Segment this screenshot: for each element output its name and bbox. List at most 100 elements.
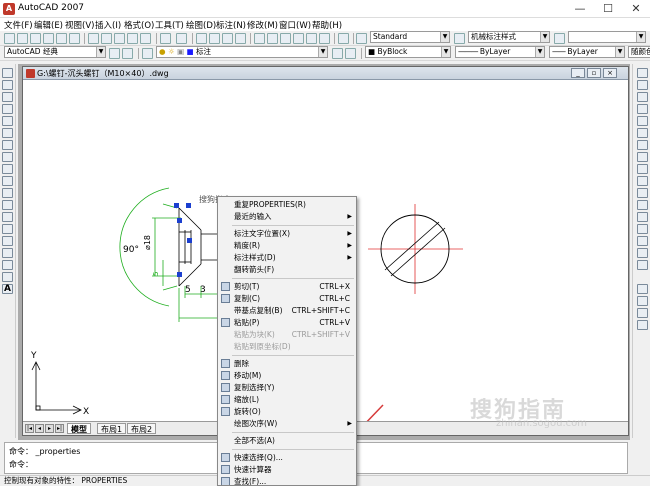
preview-icon[interactable] bbox=[56, 33, 67, 44]
offset-icon[interactable] bbox=[637, 104, 648, 114]
trim-icon[interactable] bbox=[637, 176, 648, 186]
context-menu-item[interactable]: 删除 bbox=[218, 358, 356, 369]
tab-layout2[interactable]: 布局2 bbox=[127, 423, 157, 434]
context-menu-item[interactable]: 全部不选(A) bbox=[218, 435, 356, 446]
dim-style-select[interactable]: 机械标注样式 ▼ bbox=[468, 31, 550, 43]
menu-tools[interactable]: 工具(T) bbox=[155, 19, 184, 31]
join-icon[interactable] bbox=[637, 224, 648, 234]
context-menu-item[interactable]: 翻转箭头(F) bbox=[218, 264, 356, 275]
menu-edit[interactable]: 编辑(E) bbox=[34, 19, 63, 31]
design-center-icon[interactable] bbox=[267, 33, 278, 44]
context-menu-item[interactable]: 剪切(T) CTRL+X bbox=[218, 281, 356, 292]
menu-help[interactable]: 帮助(H) bbox=[312, 19, 342, 31]
ellipse-icon[interactable] bbox=[2, 176, 13, 186]
calculator-icon[interactable] bbox=[319, 33, 330, 44]
zoom-window-icon[interactable] bbox=[222, 33, 233, 44]
context-menu-item[interactable]: 粘贴为块(K) CTRL+SHIFT+V bbox=[218, 329, 356, 340]
rectangle-icon[interactable] bbox=[2, 116, 13, 126]
context-menu-item[interactable]: 快速选择(Q)... bbox=[218, 452, 356, 463]
context-menu-item[interactable]: 查找(F)... bbox=[218, 476, 356, 485]
layer-manager-icon[interactable] bbox=[142, 48, 153, 59]
zoom-realtime-icon[interactable] bbox=[209, 33, 220, 44]
pan-icon[interactable] bbox=[196, 33, 207, 44]
context-menu-item[interactable]: 缩放(L) bbox=[218, 394, 356, 405]
context-menu-item[interactable]: 旋转(O) bbox=[218, 406, 356, 417]
arc-icon[interactable] bbox=[2, 128, 13, 138]
menu-insert[interactable]: 插入(I) bbox=[95, 19, 121, 31]
text-style-icon[interactable] bbox=[356, 33, 367, 44]
last-tab-button[interactable]: ▸| bbox=[55, 424, 64, 433]
region-icon[interactable] bbox=[2, 260, 13, 270]
context-menu-item[interactable]: 快速计算器 bbox=[218, 464, 356, 475]
context-menu-item[interactable]: 标注文字位置(X) ▶ bbox=[218, 228, 356, 239]
menu-draw[interactable]: 绘图(D) bbox=[186, 19, 216, 31]
make-current-layer-icon[interactable] bbox=[332, 48, 343, 59]
color-select[interactable]: ■ ByBlock ▼ bbox=[365, 46, 451, 58]
workspace-save-icon[interactable] bbox=[122, 48, 133, 59]
draw-order-front-icon[interactable] bbox=[637, 296, 648, 306]
properties-icon[interactable] bbox=[254, 33, 265, 44]
construction-line-icon[interactable] bbox=[2, 80, 13, 90]
menu-window[interactable]: 窗口(W) bbox=[279, 19, 311, 31]
menu-dimension[interactable]: 标注(N) bbox=[216, 19, 246, 31]
text-style-select[interactable]: Standard ▼ bbox=[370, 31, 450, 43]
spline-icon[interactable] bbox=[2, 164, 13, 174]
markup-icon[interactable] bbox=[306, 33, 317, 44]
lineweight-select[interactable]: —— ByLayer ▼ bbox=[549, 46, 625, 58]
zoom-previous-icon[interactable] bbox=[235, 33, 246, 44]
polygon-icon[interactable] bbox=[2, 104, 13, 114]
plot-icon[interactable] bbox=[43, 33, 54, 44]
break-icon[interactable] bbox=[637, 212, 648, 222]
maximize-button[interactable]: ☐ bbox=[594, 0, 622, 18]
insert-block-icon[interactable] bbox=[2, 200, 13, 210]
rotate-object-icon[interactable] bbox=[637, 140, 648, 150]
sheet-set-icon[interactable] bbox=[293, 33, 304, 44]
table-icon[interactable] bbox=[2, 272, 13, 282]
open-icon[interactable] bbox=[17, 33, 28, 44]
next-tab-button[interactable]: ▸ bbox=[45, 424, 54, 433]
context-menu-item[interactable]: 精度(R) ▶ bbox=[218, 240, 356, 251]
array-icon[interactable] bbox=[637, 116, 648, 126]
multiline-text-icon[interactable]: A bbox=[2, 284, 13, 294]
doc-close-button[interactable]: × bbox=[603, 68, 617, 78]
make-block-icon[interactable] bbox=[2, 212, 13, 222]
layer-select[interactable]: ● ☼ ▣ ■ 标注 ▼ bbox=[156, 46, 328, 58]
linetype-select[interactable]: ——— ByLayer ▼ bbox=[455, 46, 545, 58]
table-style-icon[interactable] bbox=[554, 33, 565, 44]
undo-icon[interactable] bbox=[160, 33, 171, 44]
brush-icon[interactable] bbox=[140, 33, 151, 44]
save-icon[interactable] bbox=[30, 33, 41, 44]
paste-icon[interactable] bbox=[114, 33, 125, 44]
revcloud-icon[interactable] bbox=[2, 152, 13, 162]
table-style-select[interactable]: ▼ bbox=[568, 31, 646, 43]
menu-modify[interactable]: 修改(M) bbox=[247, 19, 278, 31]
explode-icon[interactable] bbox=[637, 260, 648, 270]
context-menu-item[interactable]: 复制(C) CTRL+C bbox=[218, 293, 356, 304]
copy-object-icon[interactable] bbox=[637, 80, 648, 90]
draw-order-above-icon[interactable] bbox=[637, 320, 648, 330]
help-icon[interactable] bbox=[338, 33, 349, 44]
draw-order-back-icon[interactable] bbox=[637, 308, 648, 318]
context-menu-item[interactable]: 粘贴(P) CTRL+V bbox=[218, 317, 356, 328]
prev-tab-button[interactable]: ◂ bbox=[35, 424, 44, 433]
mirror-icon[interactable] bbox=[637, 92, 648, 102]
close-button[interactable]: ✕ bbox=[622, 0, 650, 18]
context-menu-item[interactable]: 绘图次序(W) ▶ bbox=[218, 418, 356, 429]
break-at-point-icon[interactable] bbox=[637, 200, 648, 210]
fillet-icon[interactable] bbox=[637, 248, 648, 258]
doc-minimize-button[interactable]: _ bbox=[571, 68, 585, 78]
minimize-button[interactable]: — bbox=[566, 0, 594, 18]
gradient-icon[interactable] bbox=[2, 248, 13, 258]
scale-object-icon[interactable] bbox=[637, 152, 648, 162]
context-menu-item[interactable]: 标注样式(D) ▶ bbox=[218, 252, 356, 263]
move-object-icon[interactable] bbox=[637, 128, 648, 138]
menu-file[interactable]: 文件(F) bbox=[4, 19, 33, 31]
menu-format[interactable]: 格式(O) bbox=[124, 19, 154, 31]
new-icon[interactable] bbox=[4, 33, 15, 44]
workspace-select[interactable]: AutoCAD 经典 ▼ bbox=[4, 46, 106, 58]
hatch-icon[interactable] bbox=[2, 236, 13, 246]
stretch-icon[interactable] bbox=[637, 164, 648, 174]
workspace-settings-icon[interactable] bbox=[109, 48, 120, 59]
tab-layout1[interactable]: 布局1 bbox=[97, 423, 127, 434]
tab-model[interactable]: 模型 bbox=[67, 423, 91, 434]
